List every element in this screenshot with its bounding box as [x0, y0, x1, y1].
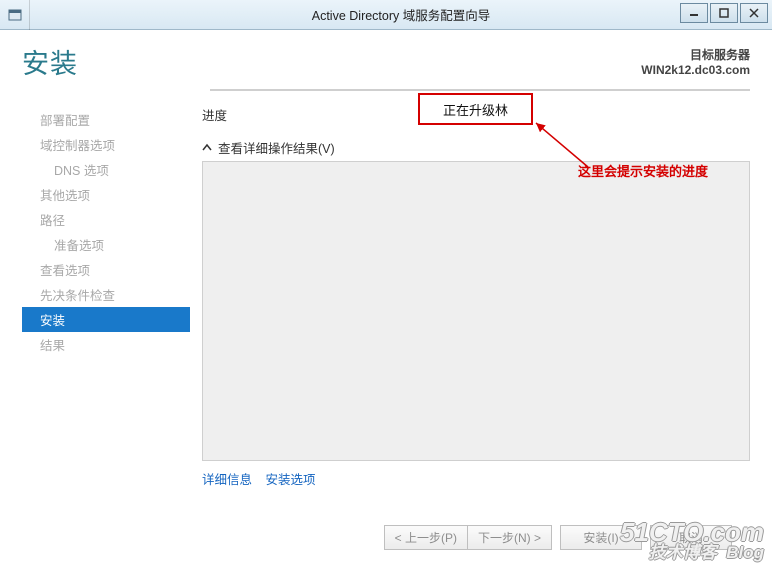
app-icon — [0, 0, 30, 30]
page-title: 安装 — [22, 42, 641, 81]
status-text: 正在升级林 — [443, 100, 508, 119]
watermark: 51CTO.com 技术博客 Blog — [620, 520, 764, 561]
minimize-button[interactable] — [680, 3, 708, 23]
status-callout-box: 正在升级林 — [418, 93, 533, 125]
window-title: Active Directory 域服务配置向导 — [30, 5, 772, 24]
target-server-label: 目标服务器 — [641, 46, 750, 63]
nav-button-group: < 上一步(P) 下一步(N) > — [384, 525, 552, 550]
nav-item[interactable]: 准备选项 — [22, 232, 190, 257]
annotation-hint: 这里会提示安装的进度 — [578, 161, 708, 180]
content: 部署配置域控制器选项DNS 选项其他选项路径准备选项查看选项先决条件检查安装结果… — [0, 91, 772, 511]
details-expander-label: 查看详细操作结果(V) — [218, 138, 335, 157]
window-controls — [678, 3, 768, 25]
target-server-box: 目标服务器 WIN2k12.dc03.com — [641, 42, 750, 77]
next-button[interactable]: 下一步(N) > — [467, 525, 552, 550]
header: 安装 目标服务器 WIN2k12.dc03.com — [0, 30, 772, 89]
watermark-line2: 技术博客 — [649, 543, 717, 562]
maximize-button[interactable] — [710, 3, 738, 23]
wizard-body: 安装 目标服务器 WIN2k12.dc03.com 部署配置域控制器选项DNS … — [0, 30, 772, 563]
wizard-nav: 部署配置域控制器选项DNS 选项其他选项路径准备选项查看选项先决条件检查安装结果 — [22, 99, 190, 511]
nav-item[interactable]: 先决条件检查 — [22, 282, 190, 307]
nav-item[interactable]: 其他选项 — [22, 182, 190, 207]
link-details[interactable]: 详细信息 — [202, 473, 252, 487]
links-row: 详细信息 安装选项 — [202, 469, 750, 488]
target-server-value: WIN2k12.dc03.com — [641, 63, 750, 77]
details-expander[interactable]: 查看详细操作结果(V) — [202, 138, 750, 157]
nav-item[interactable]: 域控制器选项 — [22, 132, 190, 157]
titlebar: Active Directory 域服务配置向导 — [0, 0, 772, 30]
nav-item[interactable]: 结果 — [22, 332, 190, 357]
header-underline — [210, 89, 750, 91]
close-button[interactable] — [740, 3, 768, 23]
link-install-options[interactable]: 安装选项 — [266, 473, 316, 487]
nav-item[interactable]: 部署配置 — [22, 107, 190, 132]
nav-item: 安装 — [22, 307, 190, 332]
details-result-box — [202, 161, 750, 461]
nav-item[interactable]: 查看选项 — [22, 257, 190, 282]
nav-item[interactable]: DNS 选项 — [22, 157, 190, 182]
chevron-up-icon — [202, 143, 212, 153]
watermark-line1: 51CTO.com — [620, 520, 764, 545]
watermark-tag: Blog — [726, 543, 764, 562]
nav-item[interactable]: 路径 — [22, 207, 190, 232]
previous-button[interactable]: < 上一步(P) — [384, 525, 467, 550]
main-panel: 进度 正在升级林 这里会提示安装的进度 查看详细操作结果(V) 详细信息 安装选… — [190, 99, 750, 511]
